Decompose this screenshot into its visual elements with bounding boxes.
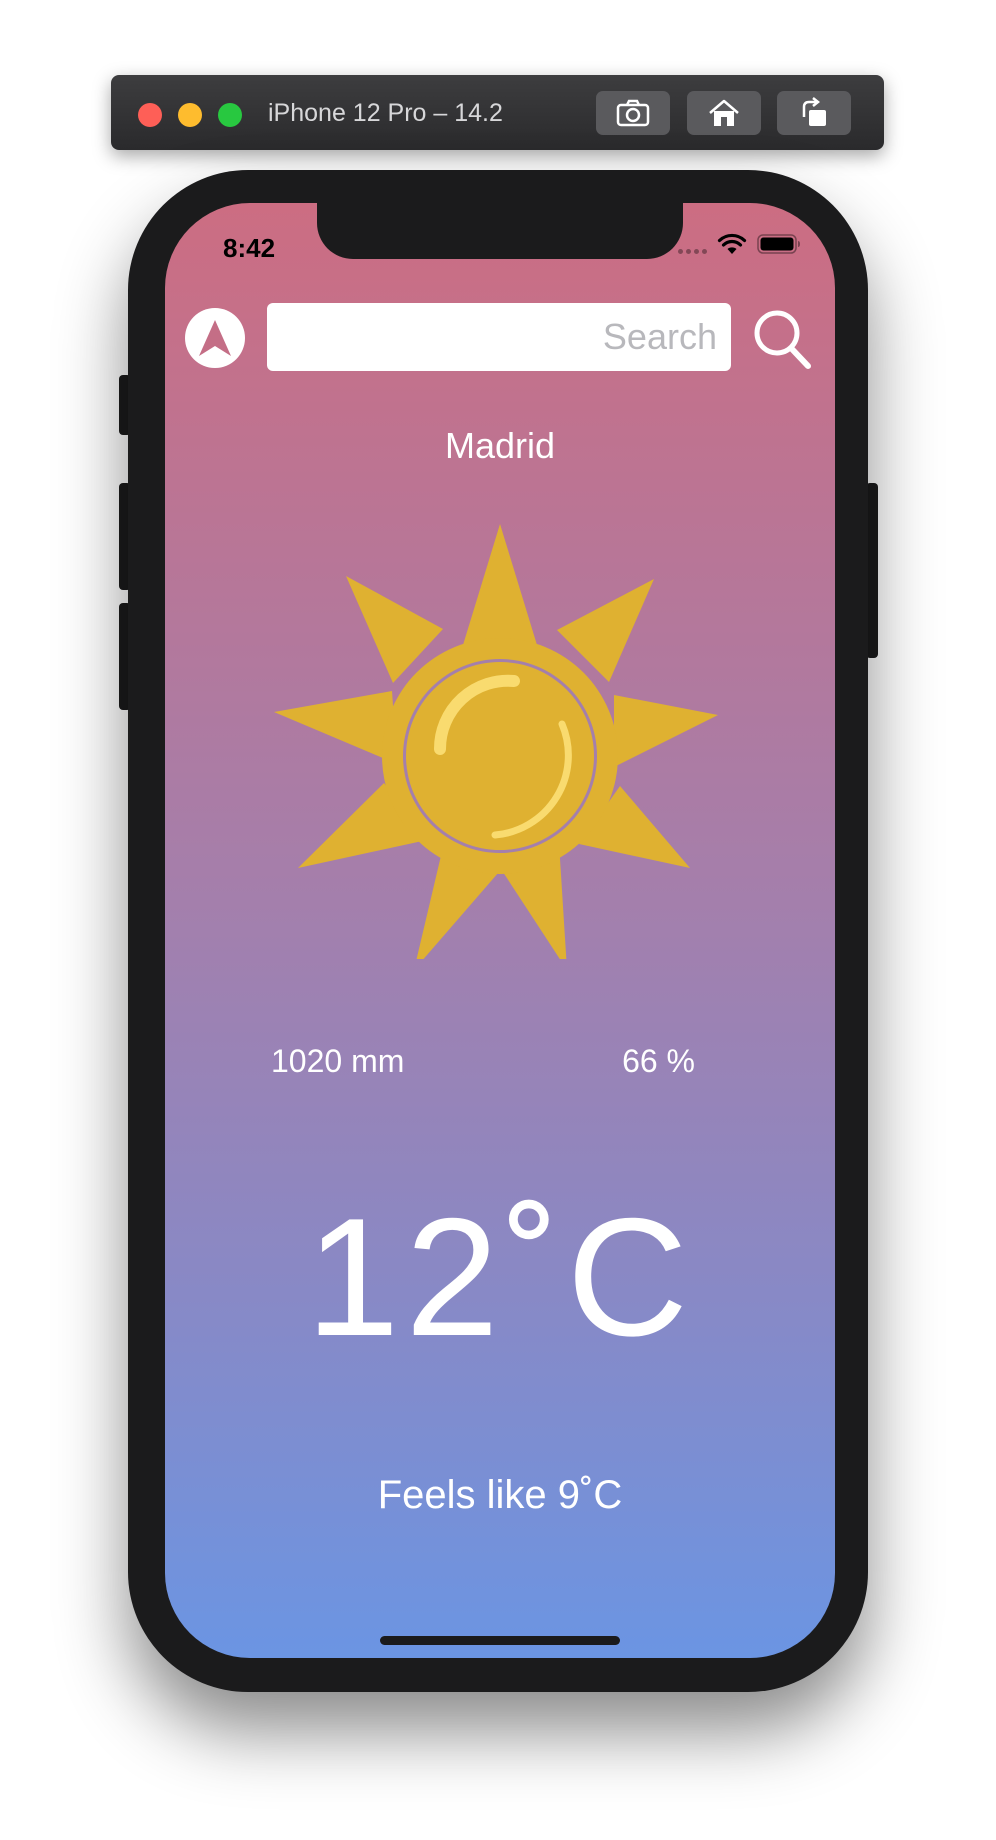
- city-name: Madrid: [444, 425, 556, 466]
- home-icon: [709, 99, 739, 126]
- screenshot-icon: [616, 99, 650, 127]
- simulator-title: iPhone 12 Pro – 14.2: [268, 99, 503, 127]
- notch: [317, 203, 683, 259]
- wifi-icon: [717, 233, 747, 254]
- search-input[interactable]: [267, 303, 731, 371]
- search-button[interactable]: [752, 308, 812, 372]
- signal-dots-icon: [678, 234, 707, 254]
- minimize-window-button[interactable]: [178, 103, 202, 127]
- sun-icon: [274, 524, 718, 959]
- close-window-button[interactable]: [138, 103, 162, 127]
- zoom-window-button[interactable]: [218, 103, 242, 127]
- humidity-value: 66 %: [622, 1043, 695, 1079]
- rotate-button[interactable]: [777, 91, 851, 135]
- pressure-value: 1020 mm: [271, 1043, 405, 1079]
- screenshot-button[interactable]: [596, 91, 670, 135]
- simulator-title-bar: iPhone 12 Pro – 14.2: [111, 75, 884, 150]
- battery-icon: [757, 234, 800, 254]
- temperature-value: 12˚C: [305, 1183, 695, 1371]
- rotate-icon: [802, 97, 826, 126]
- phone-screen: 8:42 Madrid: [165, 203, 835, 1658]
- feels-like-value: Feels like 9˚C: [377, 1473, 623, 1517]
- location-arrow-icon: [199, 320, 231, 356]
- status-time: 8:42: [223, 233, 276, 263]
- home-button[interactable]: [687, 91, 761, 135]
- status-icons: [678, 233, 801, 255]
- current-location-button[interactable]: [185, 308, 245, 368]
- home-indicator[interactable]: [380, 1636, 620, 1645]
- search-icon: [754, 310, 811, 369]
